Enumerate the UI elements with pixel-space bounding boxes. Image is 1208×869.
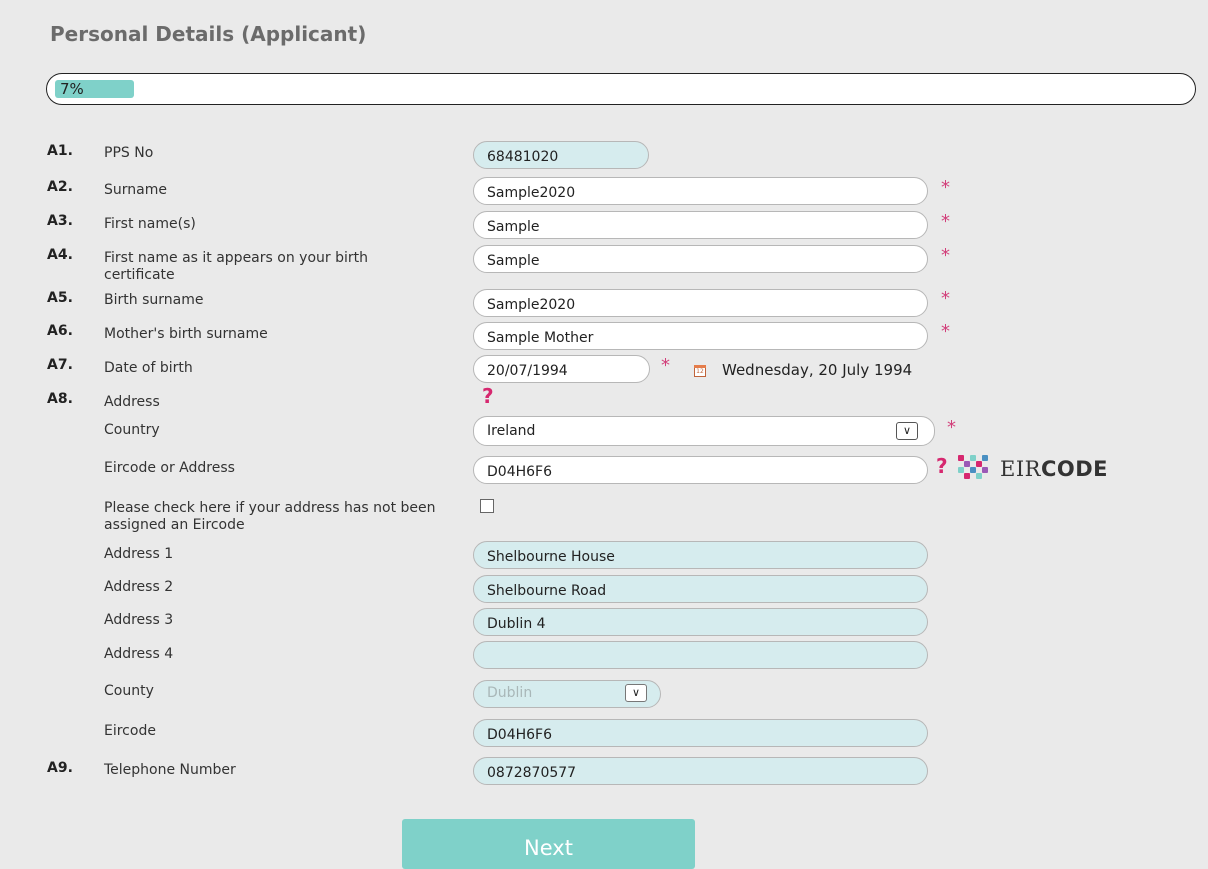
progress-bar: 7% xyxy=(46,73,1196,105)
address-4-label: Address 4 xyxy=(104,646,174,662)
country-select[interactable]: Ireland xyxy=(473,416,935,446)
eircode-logo-dot xyxy=(982,455,988,461)
eircode-brand-light: EIR xyxy=(1000,457,1041,481)
question-number: A5. xyxy=(47,290,73,306)
eircode-logo-dot xyxy=(976,473,982,479)
address-4-input[interactable] xyxy=(473,641,928,669)
mother-surname-input[interactable] xyxy=(473,322,928,350)
telephone-input[interactable] xyxy=(473,757,928,785)
address-2-input[interactable] xyxy=(473,575,928,603)
required-mark: * xyxy=(941,177,950,198)
no-eircode-label: Please check here if your address has no… xyxy=(104,500,436,533)
question-number: A1. xyxy=(47,143,73,159)
question-number: A6. xyxy=(47,323,73,339)
required-mark: * xyxy=(941,288,950,309)
chevron-down-icon[interactable]: ∨ xyxy=(896,422,918,440)
question-number: A3. xyxy=(47,213,73,229)
address-3-label: Address 3 xyxy=(104,612,174,628)
first-name-label: First name(s) xyxy=(104,216,196,232)
mother-surname-label: Mother's birth surname xyxy=(104,326,268,342)
required-mark: * xyxy=(947,417,956,438)
county-value: Dublin xyxy=(487,685,533,701)
dob-label: Date of birth xyxy=(104,360,193,376)
help-icon[interactable]: ? xyxy=(936,454,948,478)
eircode-brand: EIRCODE xyxy=(1000,457,1108,481)
eircode-logo-dot xyxy=(970,467,976,473)
dob-long-date: Wednesday, 20 July 1994 xyxy=(722,361,913,379)
dob-input[interactable] xyxy=(473,355,650,383)
telephone-label: Telephone Number xyxy=(104,762,236,778)
question-number: A7. xyxy=(47,357,73,373)
address-label: Address xyxy=(104,394,160,410)
address-1-label: Address 1 xyxy=(104,546,174,562)
eircode-or-address-input[interactable] xyxy=(473,456,928,484)
calendar-icon[interactable]: 12 xyxy=(694,365,706,377)
pps-label: PPS No xyxy=(104,145,154,161)
chevron-down-icon[interactable]: ∨ xyxy=(625,684,647,702)
eircode-brand-bold: CODE xyxy=(1040,457,1108,481)
progress-label: 7% xyxy=(60,80,84,98)
eircode-logo-dot xyxy=(964,461,970,467)
eircode-or-address-label: Eircode or Address xyxy=(104,460,235,476)
eircode-logo-dot xyxy=(958,455,964,461)
birth-cert-name-input[interactable] xyxy=(473,245,928,273)
address-2-label: Address 2 xyxy=(104,579,174,595)
eircode-logo-dot xyxy=(958,467,964,473)
country-label: Country xyxy=(104,422,160,438)
required-mark: * xyxy=(941,211,950,232)
required-mark: * xyxy=(661,355,670,376)
help-icon[interactable]: ? xyxy=(482,384,494,408)
required-mark: * xyxy=(941,245,950,266)
pps-input[interactable] xyxy=(473,141,649,169)
question-number: A9. xyxy=(47,760,73,776)
question-number: A8. xyxy=(47,391,73,407)
eircode-label: Eircode xyxy=(104,723,156,739)
birth-surname-label: Birth surname xyxy=(104,292,204,308)
surname-label: Surname xyxy=(104,182,167,198)
required-mark: * xyxy=(941,321,950,342)
surname-input[interactable] xyxy=(473,177,928,205)
address-1-input[interactable] xyxy=(473,541,928,569)
eircode-logo-dot xyxy=(970,455,976,461)
next-button[interactable]: Next xyxy=(402,819,695,869)
question-number: A2. xyxy=(47,179,73,195)
eircode-logo-dot xyxy=(964,473,970,479)
address-3-input[interactable] xyxy=(473,608,928,636)
country-value: Ireland xyxy=(487,423,536,439)
birth-surname-input[interactable] xyxy=(473,289,928,317)
eircode-logo-dot xyxy=(976,461,982,467)
no-eircode-checkbox[interactable] xyxy=(480,499,494,513)
eircode-logo-icon xyxy=(958,455,990,481)
birth-cert-name-label: First name as it appears on your birth c… xyxy=(104,250,368,283)
county-label: County xyxy=(104,683,154,699)
first-name-input[interactable] xyxy=(473,211,928,239)
eircode-input[interactable] xyxy=(473,719,928,747)
page-title: Personal Details (Applicant) xyxy=(50,22,367,46)
eircode-logo-dot xyxy=(982,467,988,473)
question-number: A4. xyxy=(47,247,73,263)
